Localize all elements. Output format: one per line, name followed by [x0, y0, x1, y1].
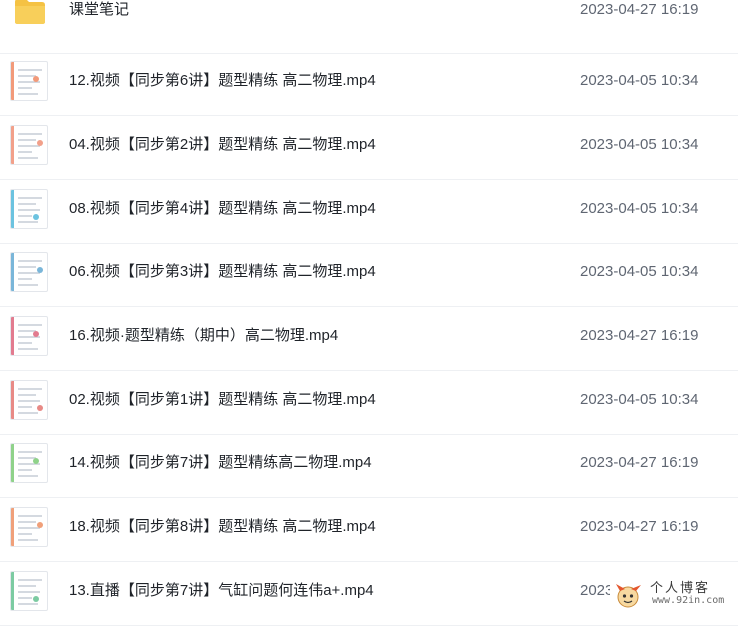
modified-time: 2023-04-27 16:19 — [580, 1, 699, 18]
folder-icon — [15, 0, 45, 24]
file-row[interactable]: 08.视频【同步第4讲】题型精练 高二物理.mp4 2023-04-05 10:3… — [0, 180, 738, 244]
file-row[interactable]: 04.视频【同步第2讲】题型精练 高二物理.mp4 2023-04-05 10:3… — [0, 116, 738, 180]
video-thumbnail-icon — [10, 507, 48, 547]
watermark-title: 个人博客 — [650, 581, 711, 596]
file-name[interactable]: 06.视频【同步第3讲】题型精练 高二物理.mp4 — [69, 263, 376, 281]
modified-time: 2023-04-27 16:19 — [580, 454, 699, 471]
file-name[interactable]: 18.视频【同步第8讲】题型精练 高二物理.mp4 — [69, 518, 376, 536]
modified-time: 2023-04-05 10:34 — [580, 136, 699, 153]
video-thumbnail-icon — [10, 252, 48, 292]
file-name[interactable]: 08.视频【同步第4讲】题型精练 高二物理.mp4 — [69, 200, 376, 218]
file-row[interactable]: 16.视频·题型精练（期中）高二物理.mp4 2023-04-27 16:19 — [0, 307, 738, 371]
mascot-logo — [616, 584, 641, 608]
video-thumbnail-icon — [10, 189, 48, 229]
file-name[interactable]: 12.视频【同步第6讲】题型精练 高二物理.mp4 — [69, 72, 376, 90]
modified-time: 2023-04-27 16:19 — [580, 518, 699, 535]
file-row[interactable]: 12.视频【同步第6讲】题型精练 高二物理.mp4 2023-04-05 10:3… — [0, 52, 738, 116]
modified-time: 2023-04-05 10:34 — [580, 200, 699, 217]
file-row[interactable]: 06.视频【同步第3讲】题型精练 高二物理.mp4 2023-04-05 10:3… — [0, 243, 738, 307]
video-thumbnail-icon — [10, 125, 48, 165]
blog-watermark: 个人博客 www.92in.com — [610, 575, 730, 613]
file-name[interactable]: 14.视频【同步第7讲】题型精练高二物理.mp4 — [69, 454, 372, 472]
file-name[interactable]: 课堂笔记 — [69, 1, 129, 19]
folder-row[interactable]: 课堂笔记 2023-04-27 16:19 — [0, 0, 738, 54]
modified-time: 2023-04-05 10:34 — [580, 391, 699, 408]
file-name[interactable]: 16.视频·题型精练（期中）高二物理.mp4 — [69, 327, 338, 345]
video-thumbnail-icon — [10, 571, 48, 611]
watermark-url: www.92in.com — [652, 595, 725, 606]
file-row[interactable]: 18.视频【同步第8讲】题型精练 高二物理.mp4 2023-04-27 16:1… — [0, 498, 738, 562]
modified-time: 2023-04-05 10:34 — [580, 72, 699, 89]
file-row[interactable]: 14.视频【同步第7讲】题型精练高二物理.mp4 2023-04-27 16:19 — [0, 434, 738, 498]
modified-time: 2023-04-27 16:19 — [580, 327, 699, 344]
file-row[interactable]: 02.视频【同步第1讲】题型精练 高二物理.mp4 2023-04-05 10:3… — [0, 371, 738, 435]
video-thumbnail-icon — [10, 316, 48, 356]
file-name[interactable]: 04.视频【同步第2讲】题型精练 高二物理.mp4 — [69, 136, 376, 154]
video-thumbnail-icon — [10, 380, 48, 420]
modified-time: 2023-04-05 10:34 — [580, 263, 699, 280]
file-name[interactable]: 13.直播【同步第7讲】气缸问题何连伟a+.mp4 — [69, 582, 374, 600]
file-name[interactable]: 02.视频【同步第1讲】题型精练 高二物理.mp4 — [69, 391, 376, 409]
file-list: 课堂笔记 2023-04-27 16:19 12.视频【同步第6讲】题型精练 高二物… — [0, 0, 738, 626]
video-thumbnail-icon — [10, 61, 48, 101]
video-thumbnail-icon — [10, 443, 48, 483]
